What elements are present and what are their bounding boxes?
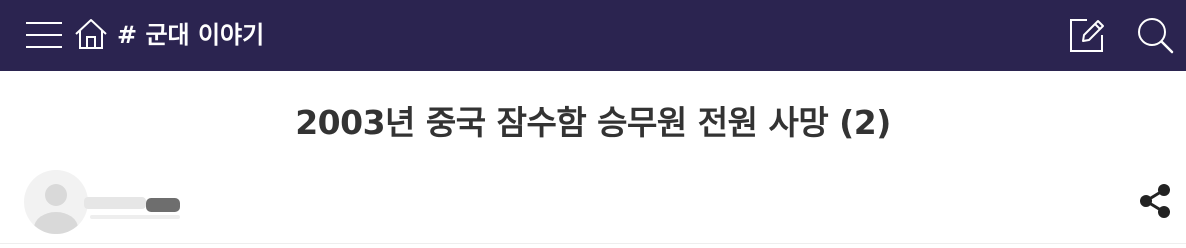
blurred-meta bbox=[90, 215, 180, 219]
menu-icon[interactable] bbox=[24, 18, 64, 52]
board-title[interactable]: # 군대 이야기 bbox=[117, 19, 264, 51]
blurred-name-part bbox=[84, 197, 146, 209]
author-name-blurred[interactable] bbox=[84, 185, 184, 219]
write-icon[interactable] bbox=[1066, 14, 1108, 56]
author-row bbox=[0, 166, 1186, 236]
share-icon[interactable] bbox=[1136, 182, 1174, 220]
home-icon[interactable] bbox=[73, 16, 109, 52]
top-app-bar: # 군대 이야기 bbox=[0, 0, 1186, 71]
blurred-name-part bbox=[146, 198, 180, 212]
post-title: 2003년 중국 잠수함 승무원 전원 사망 (2) bbox=[295, 103, 891, 142]
avatar[interactable] bbox=[24, 170, 88, 234]
search-icon[interactable] bbox=[1134, 14, 1176, 56]
divider bbox=[0, 243, 1186, 244]
